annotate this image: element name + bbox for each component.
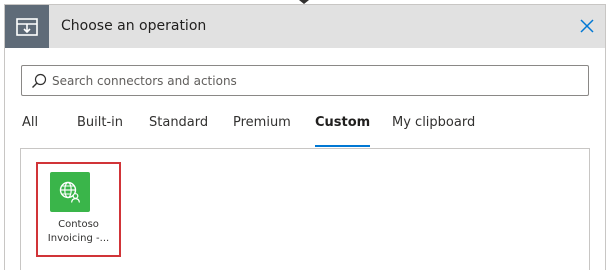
category-tabs: All Built-in Standard Premium Custom My … bbox=[5, 109, 605, 147]
tab-all[interactable]: All bbox=[22, 109, 38, 147]
tab-built-in[interactable]: Built-in bbox=[77, 109, 123, 147]
connector-name-line-2: Invoicing -... bbox=[47, 233, 110, 244]
tab-custom[interactable]: Custom bbox=[315, 109, 371, 147]
search-input[interactable] bbox=[52, 66, 588, 95]
panel-title: Choose an operation bbox=[61, 18, 207, 34]
tab-my-clipboard[interactable]: My clipboard bbox=[392, 109, 475, 147]
panel-header: Choose an operation bbox=[5, 5, 605, 48]
connector-name: Contoso Invoicing -... bbox=[38, 218, 119, 246]
connector-name-line-1: Contoso bbox=[58, 219, 99, 230]
search-icon bbox=[30, 72, 48, 90]
close-icon bbox=[580, 19, 594, 33]
operation-step-icon bbox=[5, 5, 49, 48]
tab-standard[interactable]: Standard bbox=[149, 109, 208, 147]
connector-list: Contoso Invoicing -... bbox=[20, 148, 590, 270]
search-box[interactable] bbox=[21, 65, 589, 96]
connector-tile-contoso-invoicing[interactable]: Contoso Invoicing -... bbox=[36, 162, 121, 257]
tab-premium[interactable]: Premium bbox=[233, 109, 291, 147]
close-button[interactable] bbox=[577, 16, 597, 36]
globe-user-icon bbox=[50, 172, 90, 212]
choose-operation-panel: Choose an operation All Built-in Standar… bbox=[4, 4, 606, 270]
